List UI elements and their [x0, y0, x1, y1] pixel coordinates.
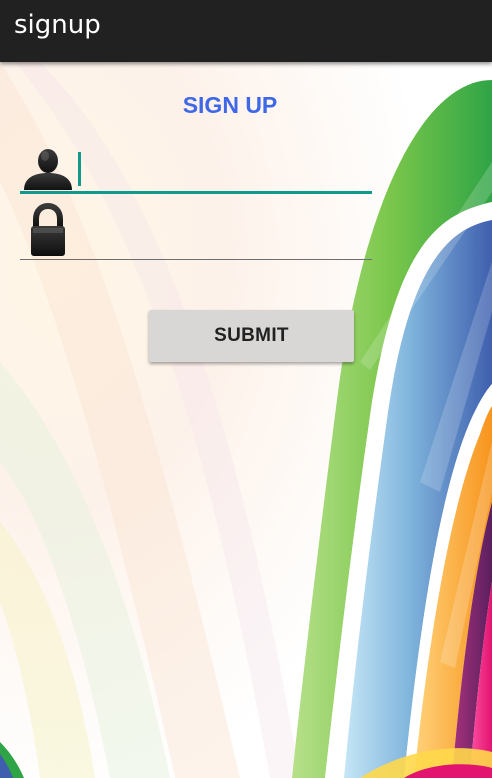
app-screen: signup SIGN UP SUBMIT: [0, 0, 492, 778]
username-input[interactable]: [78, 146, 368, 190]
username-underline: [20, 191, 372, 194]
submit-button[interactable]: SUBMIT: [149, 310, 354, 362]
password-field[interactable]: [20, 202, 372, 260]
password-input[interactable]: [78, 206, 368, 250]
username-field[interactable]: [20, 142, 372, 194]
app-title: signup: [14, 10, 101, 40]
signup-content: SIGN UP SUBMIT: [0, 62, 492, 778]
password-underline: [20, 259, 372, 260]
user-icon: [24, 149, 72, 190]
page-heading: SIGN UP: [182, 92, 278, 118]
lock-icon: [31, 202, 65, 256]
action-bar: signup: [0, 0, 492, 62]
